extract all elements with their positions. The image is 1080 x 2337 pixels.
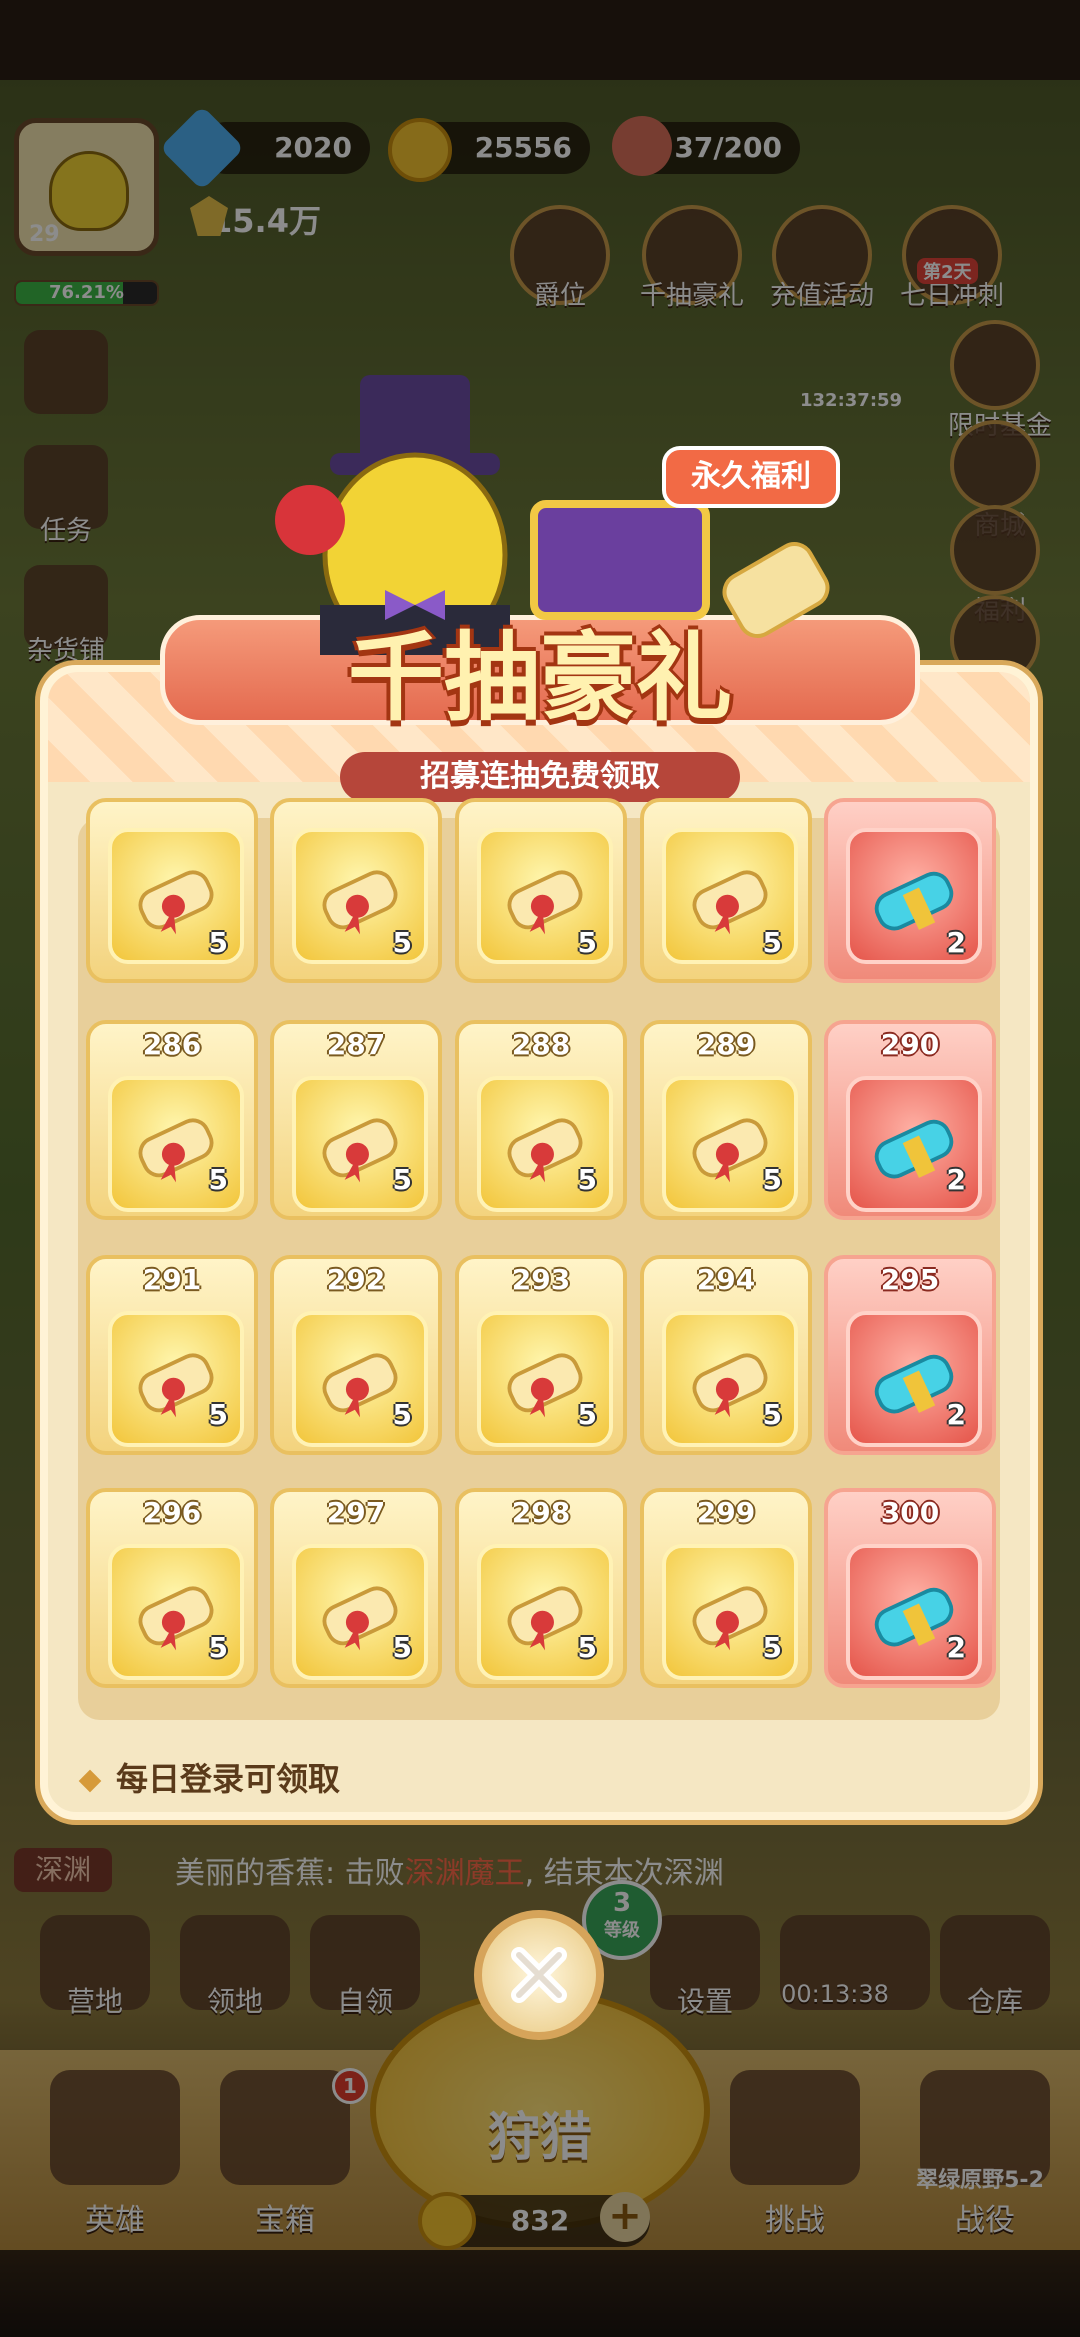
- reward-cell[interactable]: 291 5: [86, 1255, 258, 1455]
- modal-subtitle: 招募连抽免费领取: [340, 752, 740, 802]
- diamond-bullet-icon: [78, 1769, 102, 1793]
- reward-count: 5: [577, 1398, 597, 1431]
- reward-count: 5: [762, 1631, 782, 1664]
- permanent-welfare-tag: 永久福利: [662, 446, 840, 508]
- reward-cell[interactable]: 286 5: [86, 1020, 258, 1220]
- reward-step-number: 288: [511, 1028, 571, 1061]
- reward-step-number: 292: [326, 1263, 386, 1296]
- reward-cell[interactable]: 290 2: [824, 1020, 996, 1220]
- reward-step-number: 290: [880, 1028, 940, 1061]
- reward-count: 2: [946, 1631, 966, 1664]
- reward-cell[interactable]: 5: [640, 798, 812, 983]
- reward-step-number: 299: [696, 1496, 756, 1529]
- reward-count: 2: [946, 1163, 966, 1196]
- reward-step-number: 287: [326, 1028, 386, 1061]
- reward-count: 5: [208, 1163, 228, 1196]
- reward-count: 5: [577, 1163, 597, 1196]
- reward-cell[interactable]: 294 5: [640, 1255, 812, 1455]
- reward-cell[interactable]: 287 5: [270, 1020, 442, 1220]
- reward-cell[interactable]: 288 5: [455, 1020, 627, 1220]
- reward-count: 5: [392, 1163, 412, 1196]
- footnote: 每日登录可领取: [78, 1754, 341, 1800]
- reward-count: 5: [208, 1631, 228, 1664]
- reward-cell[interactable]: 5: [86, 798, 258, 983]
- reward-step-number: 295: [880, 1263, 940, 1296]
- reward-step-number: 291: [142, 1263, 202, 1296]
- reward-step-number: 298: [511, 1496, 571, 1529]
- reward-cell[interactable]: 299 5: [640, 1488, 812, 1688]
- reward-step-number: 297: [326, 1496, 386, 1529]
- reward-cell[interactable]: 292 5: [270, 1255, 442, 1455]
- reward-cell[interactable]: 293 5: [455, 1255, 627, 1455]
- reward-cell[interactable]: 2: [824, 798, 996, 983]
- reward-count: 5: [208, 926, 228, 959]
- reward-cell[interactable]: 5: [455, 798, 627, 983]
- reward-count: 5: [762, 1163, 782, 1196]
- reward-cell[interactable]: 300 2: [824, 1488, 996, 1688]
- rose-icon: [275, 485, 345, 555]
- reward-cell[interactable]: 298 5: [455, 1488, 627, 1688]
- reward-count: 5: [392, 1631, 412, 1664]
- reward-count: 2: [946, 926, 966, 959]
- reward-count: 5: [208, 1398, 228, 1431]
- reward-cell[interactable]: 295 2: [824, 1255, 996, 1455]
- reward-count: 5: [577, 926, 597, 959]
- reward-cell[interactable]: 5: [270, 798, 442, 983]
- reward-count: 5: [392, 1398, 412, 1431]
- close-icon: [511, 1947, 567, 2003]
- reward-step-number: 286: [142, 1028, 202, 1061]
- reward-cell[interactable]: 296 5: [86, 1488, 258, 1688]
- reward-count: 5: [577, 1631, 597, 1664]
- reward-cell[interactable]: 289 5: [640, 1020, 812, 1220]
- modal-title: 千抽豪礼: [348, 622, 732, 734]
- reward-step-number: 293: [511, 1263, 571, 1296]
- reward-step-number: 300: [880, 1496, 940, 1529]
- reward-count: 2: [946, 1398, 966, 1431]
- reward-count: 5: [762, 1398, 782, 1431]
- reward-count: 5: [762, 926, 782, 959]
- reward-step-number: 296: [142, 1496, 202, 1529]
- reward-step-number: 294: [696, 1263, 756, 1296]
- reward-count: 5: [392, 926, 412, 959]
- footnote-text: 每日登录可领取: [116, 1760, 341, 1798]
- reward-cell[interactable]: 297 5: [270, 1488, 442, 1688]
- reward-step-number: 289: [696, 1028, 756, 1061]
- close-button[interactable]: [474, 1910, 604, 2040]
